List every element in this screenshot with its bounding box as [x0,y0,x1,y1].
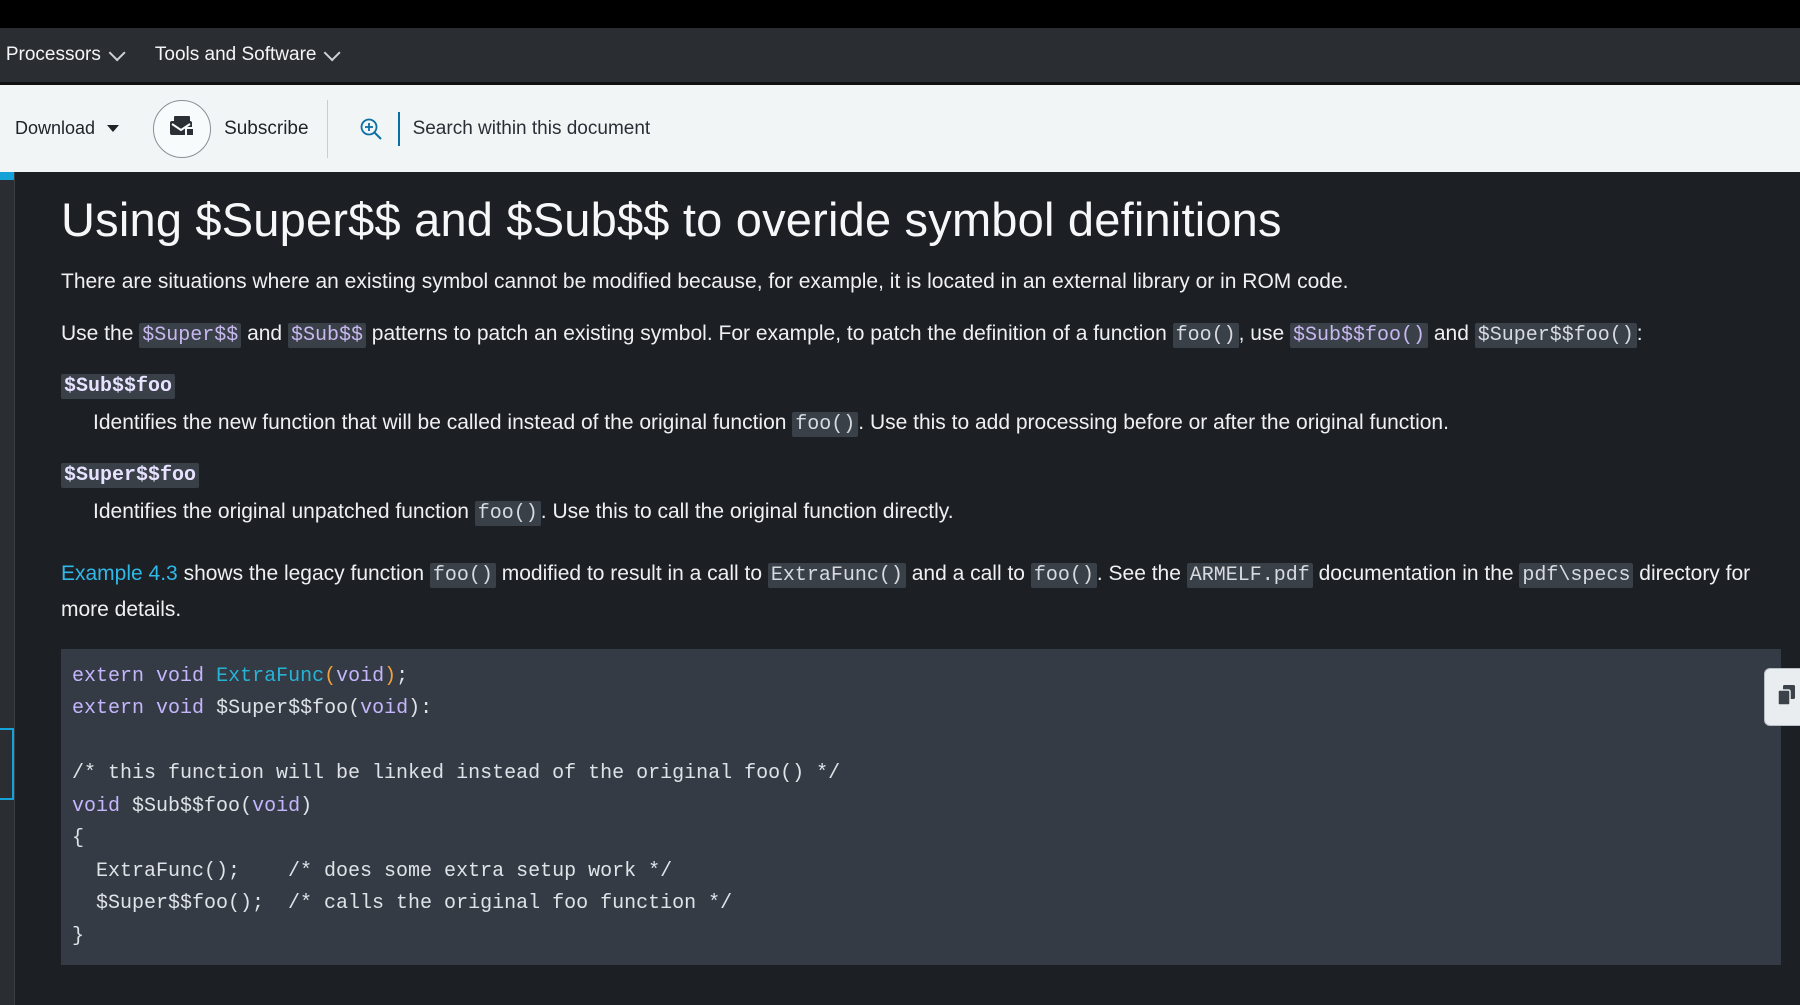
article-content: Using $Super$$ and $Sub$$ to overide sym… [61,172,1781,966]
text: modified to result in a call to [495,561,768,585]
intro-paragraph: There are situations where an existing s… [61,269,1349,293]
inline-code: foo() [1172,322,1239,348]
search-input[interactable] [410,116,1015,141]
download-label: Download [15,118,96,138]
caret-down-icon [107,125,120,132]
browser-top-strip [0,0,1800,28]
chevron-down-icon [324,44,342,62]
subscribe-label[interactable]: Subscribe [224,118,309,140]
nav-item-label: d Processors [0,44,101,65]
text: and a call to [905,561,1031,585]
code-keyword: void [252,794,301,818]
definition-description: Identifies the original unpatched functi… [93,495,1781,531]
text: , use [1238,321,1290,345]
code-keyword: void [360,697,409,721]
code-comment: /* this function will be linked instead … [72,762,841,786]
left-navigation-rail[interactable] [0,172,15,1005]
inline-code: foo() [1030,562,1097,588]
top-navigation-bar: d Processors Tools and Software [0,28,1800,85]
code-line: $Super$$foo(); /* calls the original foo… [72,892,733,916]
text: and [241,321,288,345]
definition-term: $Sub$$foo [61,373,1781,399]
text: shows the legacy function [177,561,430,585]
text: Identifies the original unpatched functi… [93,499,475,523]
inline-code: ARMELF.pdf [1186,562,1313,588]
code-line: { [72,827,85,851]
example-link[interactable]: Example 4.3 [61,562,178,585]
code-identifier: $Sub$$foo [132,794,241,818]
text: patterns to patch an existing symbol. Fo… [365,321,1173,345]
term-code: $Sub$$foo [61,373,176,399]
code-keyword: extern [72,664,145,688]
definition-description: Identifies the new function that will be… [93,406,1781,442]
text: . See the [1096,561,1187,585]
code-punct: ; [396,664,409,688]
code-keyword: void [156,664,205,688]
code-keyword: extern [72,697,145,721]
rail-accent [0,172,14,180]
definition-term: $Super$$foo [61,462,1781,488]
code-keyword: void [72,794,121,818]
copy-code-button[interactable] [1764,668,1800,726]
text: Identifies the new function that will be… [93,410,793,434]
envelope-icon [169,115,195,142]
code-identifier: $Super$$foo [216,697,349,721]
subscribe-button[interactable] [153,99,212,158]
code-function: ExtraFunc [216,664,325,688]
download-button[interactable]: Download [15,118,120,139]
code-keyword: void [336,664,385,688]
text: . Use this to add processing before or a… [858,410,1449,434]
inline-code: $Super$$ [139,322,242,348]
inline-code: ExtraFunc() [767,562,906,588]
inline-code: $Sub$$ [287,322,366,348]
zoom-in-icon[interactable] [358,116,384,142]
inline-code: $Sub$$foo() [1289,322,1429,348]
text: . Use this to call the original function… [540,499,954,523]
definition-list: $Sub$$foo Identifies the new function th… [61,373,1781,531]
inline-code: pdf\specs [1519,562,1634,588]
code-example[interactable]: extern void ExtraFunc(void); extern void… [61,648,1781,966]
rail-toggle-handle[interactable] [0,728,14,800]
document-toolbar: Download Subscribe [0,85,1800,172]
text: and [1428,321,1475,345]
inline-code: $Super$$foo() [1474,322,1637,348]
example-paragraph: Example 4.3 shows the legacy function fo… [61,557,1781,627]
usage-paragraph: Use the $Super$$ and $Sub$$ patterns to … [61,317,1781,353]
code-line: } [72,924,85,948]
text: : [1636,321,1643,345]
inline-code: foo() [474,500,541,526]
copy-icon [1777,684,1797,711]
page-title: Using $Super$$ and $Sub$$ to overide sym… [61,193,1282,246]
chevron-down-icon [108,44,126,62]
search-caret [397,111,400,146]
code-punct: ) [384,664,397,688]
code-keyword: void [156,697,205,721]
toolbar-divider [326,99,328,158]
code-line: ExtraFunc(); /* does some extra setup wo… [72,859,673,883]
nav-item-tools-and-software[interactable]: Tools and Software [154,44,342,66]
inline-code: foo() [429,562,496,588]
text: documentation in the [1312,561,1520,585]
code-punct: ( [324,664,337,688]
nav-item-label: Tools and Software [154,44,317,65]
nav-item-processors[interactable]: d Processors [0,44,126,66]
inline-code: foo() [792,411,859,437]
term-code: $Super$$foo [61,462,200,488]
text: Use the [61,321,140,345]
